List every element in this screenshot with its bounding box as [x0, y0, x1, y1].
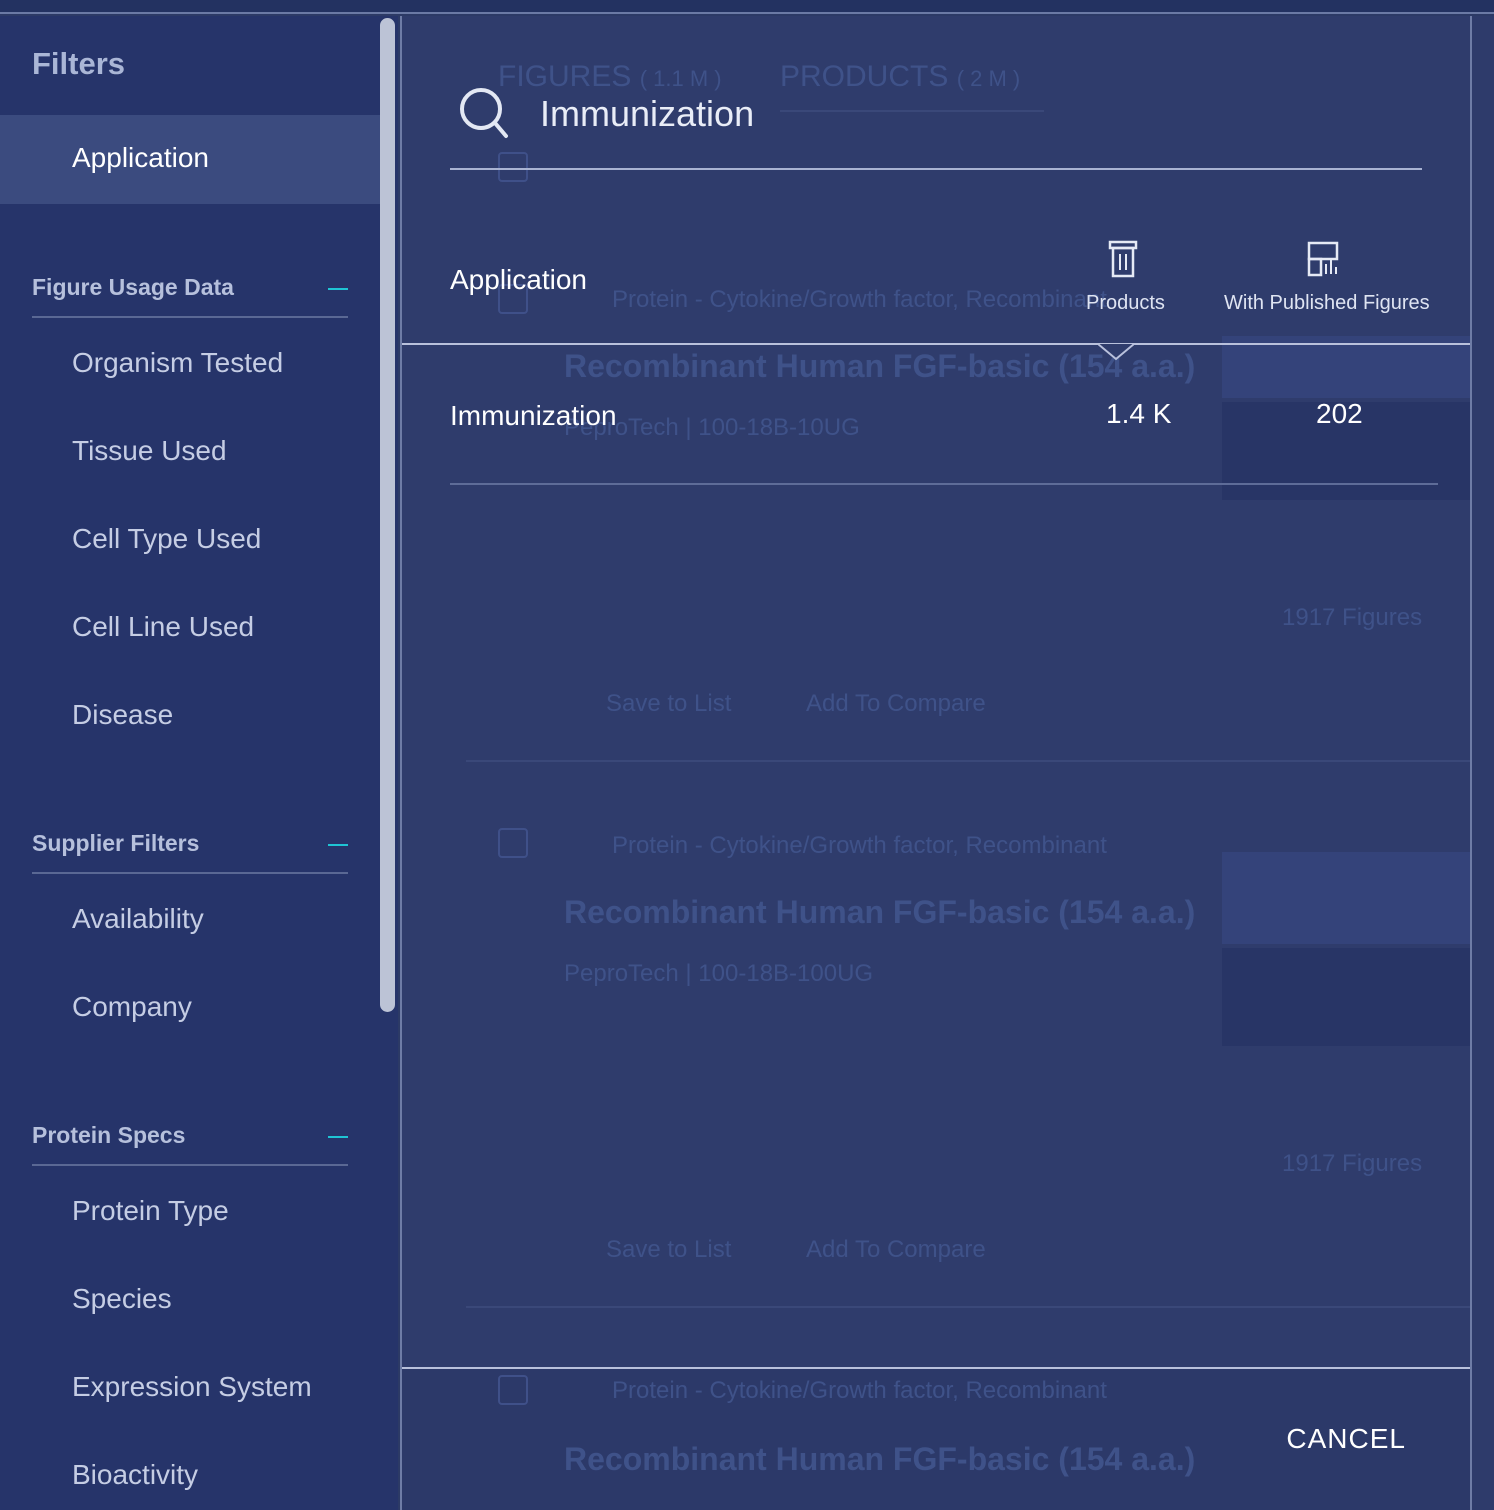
- cancel-button[interactable]: CANCEL: [1286, 1423, 1406, 1455]
- top-bar: [0, 0, 1494, 14]
- collapse-minus-icon[interactable]: [328, 844, 348, 846]
- search-bar: [450, 76, 1422, 170]
- sidebar-item-protein-type[interactable]: Protein Type: [72, 1195, 229, 1227]
- sidebar-item-cell-type-used[interactable]: Cell Type Used: [72, 523, 261, 555]
- row-products-count: 1.4 K: [1106, 398, 1172, 429]
- panel-footer: Protein - Cytokine/Growth factor, Recomb…: [402, 1367, 1470, 1510]
- result-figure-count: 1917 Figures: [1282, 1150, 1423, 1177]
- sidebar-item-species[interactable]: Species: [72, 1283, 172, 1315]
- section-header-protein-specs[interactable]: Protein Specs: [32, 1106, 348, 1166]
- section-label: Figure Usage Data: [32, 274, 234, 300]
- sidebar-item-cell-line-used[interactable]: Cell Line Used: [72, 611, 254, 643]
- result-figure-thumbnail: [1222, 852, 1470, 944]
- save-to-list-link: Save to List: [606, 1236, 732, 1263]
- sidebar-item-tissue-used[interactable]: Tissue Used: [72, 435, 227, 467]
- search-icon[interactable]: [458, 86, 510, 142]
- sidebar-item-label: Application: [72, 142, 209, 173]
- row-figures-count: 202: [1316, 398, 1363, 429]
- sidebar-item-availability[interactable]: Availability: [72, 903, 204, 935]
- result-category: Protein - Cytokine/Growth factor, Recomb…: [612, 1377, 1107, 1404]
- header-divider: [402, 343, 1470, 345]
- column-header-application: Application: [450, 264, 587, 295]
- result-figure-thumbnail: [1222, 336, 1470, 398]
- save-to-list-link: Save to List: [606, 690, 732, 717]
- result-checkbox: [498, 828, 528, 858]
- section-label: Supplier Filters: [32, 830, 200, 856]
- result-checkbox: [498, 1375, 528, 1405]
- add-to-compare-link: Add To Compare: [806, 1236, 986, 1263]
- result-figure-thumbnail: [1222, 948, 1470, 1046]
- search-panel: FIGURES ( 1.1 M ) PRODUCTS ( 2 M ) Prote…: [400, 16, 1472, 1510]
- search-input[interactable]: [540, 90, 1300, 138]
- sidebar-item-application[interactable]: Application: [0, 115, 380, 204]
- result-figure-count: 1917 Figures: [1282, 604, 1423, 631]
- sidebar-item-organism-tested[interactable]: Organism Tested: [72, 347, 283, 379]
- result-title: Recombinant Human FGF-basic (154 a.a.): [564, 1441, 1196, 1477]
- sidebar-item-bioactivity[interactable]: Bioactivity: [72, 1459, 198, 1491]
- section-header-figure-usage-data[interactable]: Figure Usage Data: [32, 258, 348, 318]
- sidebar-item-company[interactable]: Company: [72, 991, 192, 1023]
- section-header-supplier-filters[interactable]: Supplier Filters: [32, 814, 348, 874]
- column-header-products: Products: [1086, 292, 1165, 314]
- sort-indicator-caret: [1098, 344, 1134, 361]
- filters-sidebar: Filters Application Figure Usage Data Or…: [0, 16, 398, 1510]
- result-title: Recombinant Human FGF-basic (154 a.a.): [564, 894, 1196, 930]
- result-category: Protein - Cytokine/Growth factor, Recomb…: [612, 286, 1107, 313]
- collapse-minus-icon[interactable]: [328, 1136, 348, 1138]
- sidebar-title: Filters: [32, 46, 126, 81]
- row-separator: [450, 483, 1438, 485]
- result-supplier: PeproTech | 100-18B-100UG: [564, 960, 874, 987]
- result-separator: [466, 1306, 1470, 1308]
- result-category: Protein - Cytokine/Growth factor, Recomb…: [612, 832, 1107, 859]
- collapse-minus-icon[interactable]: [328, 288, 348, 290]
- sidebar-item-disease[interactable]: Disease: [72, 699, 173, 731]
- result-separator: [466, 760, 1470, 762]
- column-header-with-published-figures: With Published Figures: [1224, 292, 1430, 314]
- sidebar-scrollbar[interactable]: [380, 18, 395, 1012]
- vial-icon: [1108, 240, 1138, 278]
- add-to-compare-link: Add To Compare: [806, 690, 986, 717]
- sidebar-item-expression-system[interactable]: Expression System: [72, 1371, 312, 1403]
- section-label: Protein Specs: [32, 1122, 186, 1148]
- suggestion-row-immunization[interactable]: Immunization: [450, 400, 617, 432]
- page-edge: [1472, 16, 1494, 1510]
- figure-chart-icon: [1307, 241, 1339, 277]
